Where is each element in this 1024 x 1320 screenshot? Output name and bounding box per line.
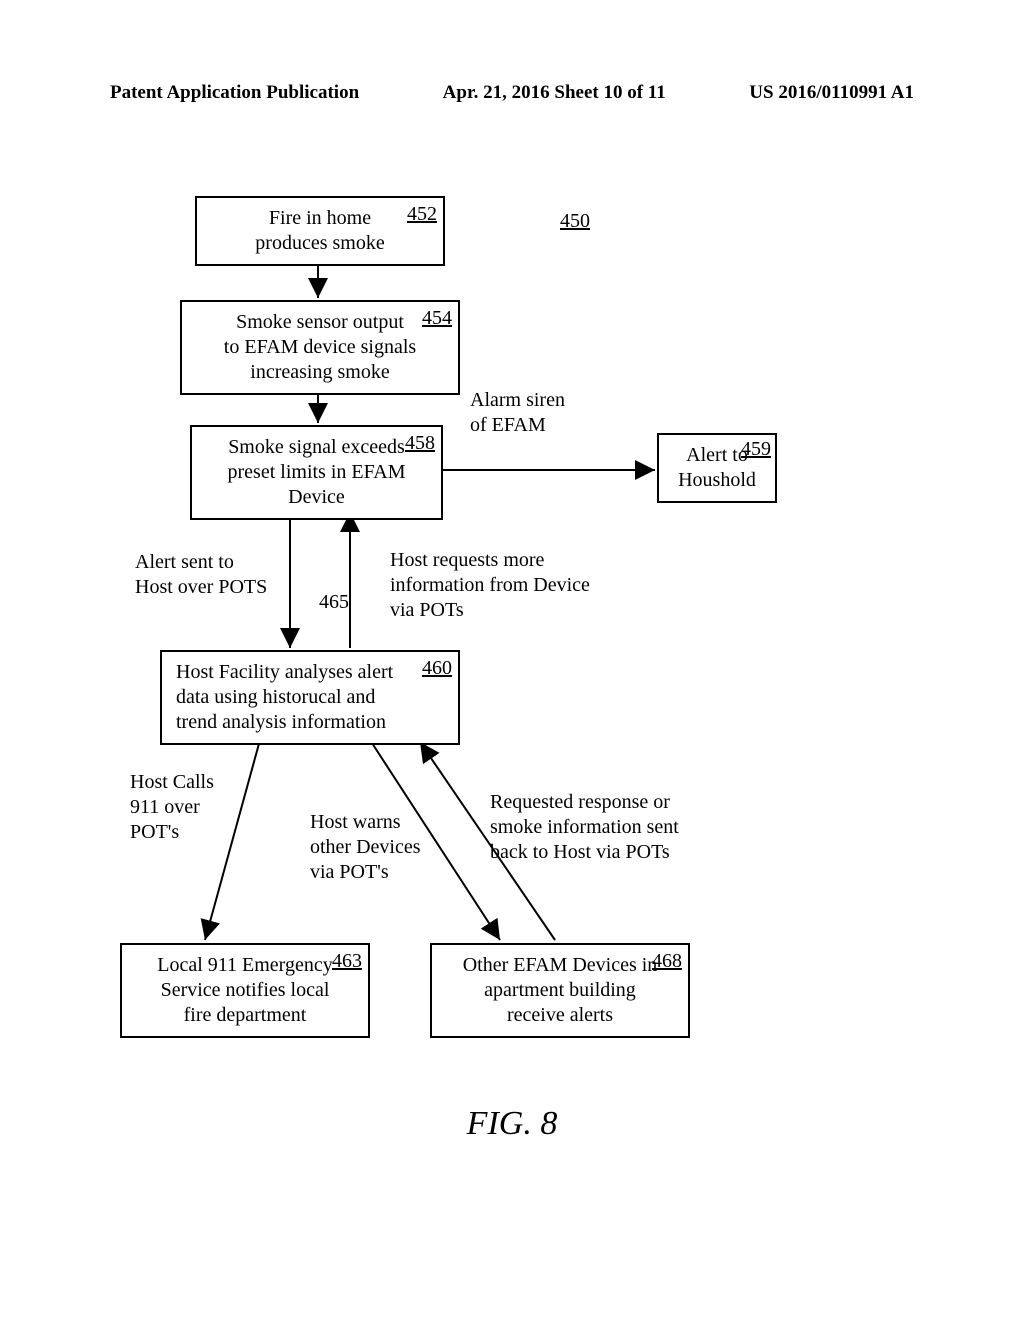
label-host-warns: Host warns other Devices via POT's [310,810,421,885]
ref-459: 459 [741,437,771,462]
figure-caption: FIG. 8 [0,1105,1024,1143]
box-452-text: Fire in home produces smoke [255,207,384,254]
ref-465: 465 [319,590,349,615]
ref-458: 458 [405,431,435,456]
ref-463: 463 [332,949,362,974]
ref-468: 468 [652,949,682,974]
box-460-text: Host Facility analyses alert data using … [176,661,393,733]
box-458-text: Smoke signal exceeds preset limits in EF… [228,436,406,508]
label-alarm-siren: Alarm siren of EFAM [470,388,565,438]
header-left: Patent Application Publication [110,82,359,104]
label-alert-host: Alert sent to Host over POTS [135,550,267,600]
box-459: Alert to Houshold 459 [657,433,777,503]
ref-450: 450 [560,210,590,233]
label-host-requests: Host requests more information from Devi… [390,548,590,623]
box-468: Other EFAM Devices in apartment building… [430,943,690,1038]
box-463-text: Local 911 Emergency Service notifies loc… [157,954,333,1026]
ref-460: 460 [422,656,452,681]
ref-454: 454 [422,306,452,331]
box-463: Local 911 Emergency Service notifies loc… [120,943,370,1038]
page-header: Patent Application Publication Apr. 21, … [0,82,1024,104]
header-right: US 2016/0110991 A1 [749,82,914,104]
box-454-text: Smoke sensor output to EFAM device signa… [224,311,416,383]
label-host-calls-911: Host Calls 911 over POT's [130,770,214,845]
box-468-text: Other EFAM Devices in apartment building… [463,954,658,1026]
header-center: Apr. 21, 2016 Sheet 10 of 11 [443,82,666,104]
label-requested-response: Requested response or smoke information … [490,790,679,865]
box-452: Fire in home produces smoke 452 [195,196,445,266]
box-454: Smoke sensor output to EFAM device signa… [180,300,460,395]
flow-diagram: Fire in home produces smoke 452 Smoke se… [0,150,1024,1150]
box-460: Host Facility analyses alert data using … [160,650,460,745]
ref-452: 452 [407,202,437,227]
box-458: Smoke signal exceeds preset limits in EF… [190,425,443,520]
